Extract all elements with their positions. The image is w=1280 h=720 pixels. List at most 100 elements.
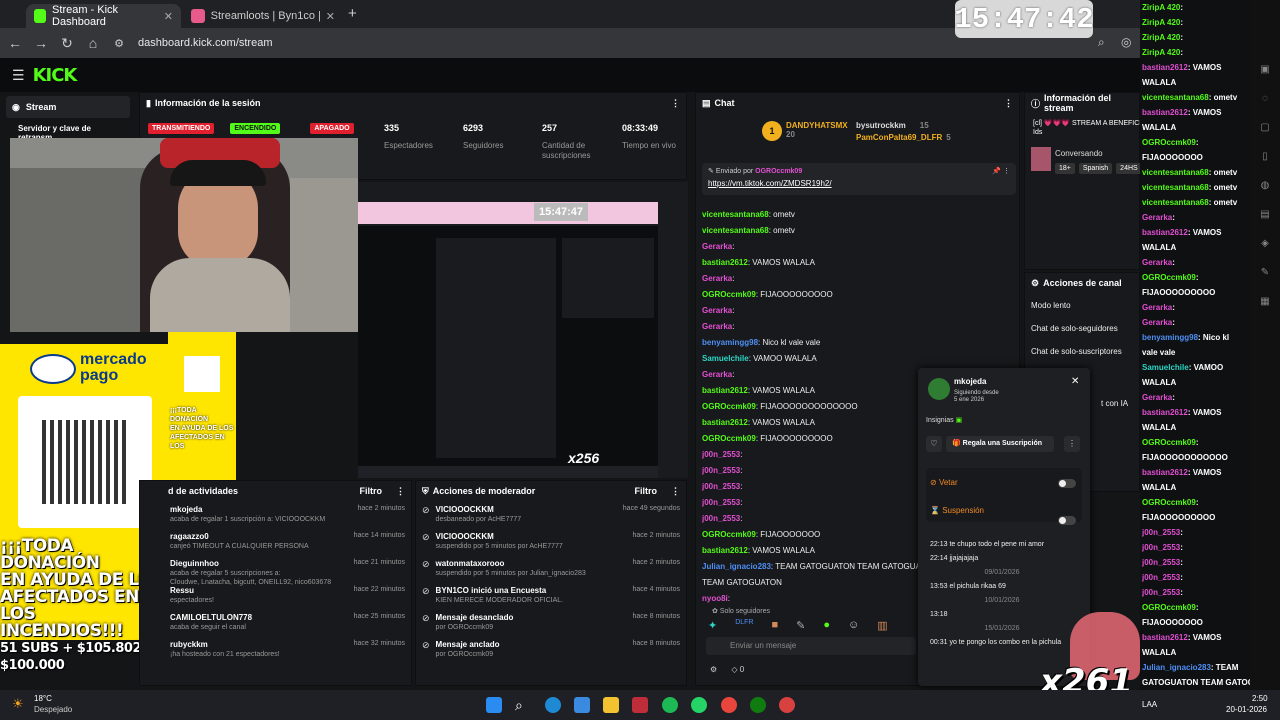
- kick-logo[interactable]: KICK: [33, 65, 78, 86]
- windows-start-icon[interactable]: [486, 697, 502, 713]
- filter-button[interactable]: Filtro: [635, 486, 658, 496]
- timeout-toggle[interactable]: [1058, 516, 1076, 525]
- chat-message[interactable]: Gerarka:: [702, 271, 1016, 287]
- heart-icon[interactable]: ♡: [926, 436, 942, 452]
- broadcast-icon: ◉: [12, 101, 20, 112]
- chart-icon: ▮: [146, 97, 151, 108]
- store-icon[interactable]: [574, 697, 590, 713]
- chat-message[interactable]: Gerarka:: [702, 319, 1016, 335]
- action-icon: ⊘: [422, 559, 430, 569]
- app-icon[interactable]: [632, 697, 648, 713]
- edge-icon[interactable]: [545, 697, 561, 713]
- weather-icon[interactable]: ☀: [12, 696, 24, 712]
- xbox-icon[interactable]: [750, 697, 766, 713]
- activity-row[interactable]: mkojeda acaba de regalar 1 suscripción a:…: [164, 501, 411, 528]
- mod-action-row[interactable]: ⊘ VICIOOOCKKM suspendido por 5 minutos por…: [416, 528, 686, 555]
- close-icon[interactable]: ✕: [1071, 376, 1079, 387]
- chat-message[interactable]: benyamingg98: Nico kl vale vale: [702, 335, 1016, 351]
- activity-row[interactable]: CAMILOELTULON778 acaba de seguir el canal…: [164, 609, 411, 636]
- preview-clock-bar: [358, 202, 658, 224]
- tab-streamloots[interactable]: Streamloots | Byn1co | Apóyame ✕: [183, 4, 343, 28]
- toolbar-icon[interactable]: ✎: [1261, 267, 1269, 278]
- url-field[interactable]: dashboard.kick.com/stream: [138, 37, 273, 49]
- subscribers-only-toggle[interactable]: Chat de solo-suscriptores: [1031, 347, 1133, 370]
- side-chat-message: Gerarka:: [1142, 393, 1175, 402]
- mod-action-row[interactable]: ⊘ BYN1CO inició una Encuesta KIEN MERECE M…: [416, 582, 686, 609]
- more-options-icon[interactable]: ⋮: [396, 486, 405, 497]
- followers-only-toggle[interactable]: Chat de solo-seguidores: [1031, 324, 1133, 347]
- action-icon: ⊘: [422, 586, 430, 596]
- new-tab-icon[interactable]: +: [348, 5, 357, 22]
- close-tab-icon[interactable]: ✕: [326, 10, 335, 23]
- tab-kick-dashboard[interactable]: Stream - Kick Dashboard ✕: [26, 4, 181, 28]
- side-chat-message: ZiripA 420:: [1142, 33, 1184, 42]
- sidebar-item-stream[interactable]: ◉ Stream: [6, 96, 130, 118]
- taskbar-date[interactable]: 20-01-2026: [1226, 705, 1267, 714]
- stream-preview[interactable]: 15:47:47 x256: [358, 182, 688, 478]
- chat-message[interactable]: vicentesantana68: ometv: [702, 207, 1016, 223]
- activity-row[interactable]: Ressu espectadores! hace 22 minutos: [164, 582, 411, 609]
- extension-icon[interactable]: ◎: [1121, 35, 1131, 49]
- file-explorer-icon[interactable]: [603, 697, 619, 713]
- whatsapp-icon[interactable]: [691, 697, 707, 713]
- pinned-link[interactable]: https://vm.tiktok.com/ZMDSR19h2/: [708, 179, 1010, 188]
- taskbar-time[interactable]: 2:50: [1252, 694, 1268, 703]
- menu-icon[interactable]: ☰: [12, 67, 25, 84]
- activity-row[interactable]: ragaazzo0 canjeó TIMEOUT A CUALQUIER PERS…: [164, 528, 411, 555]
- category-name[interactable]: Conversando: [1055, 149, 1103, 158]
- unpin-icon[interactable]: 📌 ⋮: [992, 167, 1010, 175]
- chat-message[interactable]: bastian2612: VAMOS WALALA: [702, 255, 1016, 271]
- timeout-toggle-label: ⌛ Suspensión: [930, 506, 984, 515]
- toolbar-icon[interactable]: ▢: [1260, 122, 1269, 133]
- more-options-icon[interactable]: ⋮: [671, 486, 680, 497]
- settings-icon[interactable]: ⚙: [710, 665, 717, 674]
- chat-message[interactable]: Gerarka:: [702, 239, 1016, 255]
- more-options-icon[interactable]: ⋮: [1004, 98, 1013, 109]
- more-icon[interactable]: ⋮: [1064, 436, 1080, 452]
- side-chat-message: FIJAOOOOOOOOO: [1142, 288, 1216, 297]
- mod-action-row[interactable]: ⊘ VICIOOOCKKM desbaneado por AcHE7777 hace …: [416, 501, 686, 528]
- toolbar-icon[interactable]: ▤: [1260, 209, 1269, 220]
- toolbar-icon[interactable]: ▣: [1260, 64, 1269, 75]
- mod-action-row[interactable]: ⊘ watonmataxorooo suspendido por 5 minutos…: [416, 555, 686, 582]
- mod-action-row[interactable]: ⊘ Mensaje anclado por OGROccmk09 hace 8 min…: [416, 636, 686, 663]
- toolbar-icon[interactable]: ◈: [1261, 238, 1269, 249]
- ban-toggle[interactable]: [1058, 479, 1076, 488]
- forward-icon[interactable]: →: [28, 35, 54, 51]
- spotify-icon[interactable]: [662, 697, 678, 713]
- chat-icon: ▤: [702, 97, 711, 108]
- chat-message[interactable]: OGROccmk09: FIJAOOOOOOOOO: [702, 287, 1016, 303]
- toolbar-icon[interactable]: ▦: [1260, 296, 1269, 307]
- zoom-icon[interactable]: ⌕: [1098, 35, 1105, 50]
- site-info-icon[interactable]: ⚙: [106, 37, 132, 50]
- toolbar-icon[interactable]: ◌: [1262, 93, 1268, 104]
- more-options-icon[interactable]: ⋮: [671, 98, 680, 109]
- mercado-pago-logo-icon: [30, 354, 76, 384]
- toolbar-icon[interactable]: ▯: [1262, 151, 1268, 162]
- gift-subscription-button[interactable]: 🎁 Regala una Suscripción: [946, 436, 1054, 452]
- pinned-message[interactable]: ✎ Enviado por OGROccmk09 📌 ⋮ https://vm.t…: [702, 163, 1016, 195]
- search-icon[interactable]: ⌕: [515, 697, 531, 713]
- chat-message[interactable]: Gerarka:: [702, 303, 1016, 319]
- side-chat-message: j00n_2553:: [1142, 528, 1183, 537]
- back-icon[interactable]: ←: [2, 35, 28, 51]
- history-date: 10/01/2026: [984, 597, 1020, 604]
- reload-icon[interactable]: ↻: [54, 35, 80, 52]
- chat-message[interactable]: vicentesantana68: ometv: [702, 223, 1016, 239]
- chrome-icon[interactable]: [721, 697, 737, 713]
- activity-row[interactable]: Dieguinnhoo acaba de regalar 5 suscripcio…: [164, 555, 411, 586]
- language-indicator[interactable]: LAA: [1142, 700, 1157, 709]
- app-icon[interactable]: [779, 697, 795, 713]
- chat-input[interactable]: Enviar un mensaje: [706, 637, 916, 655]
- side-chat-message: Samuelchile: VAMOO: [1142, 363, 1224, 372]
- close-tab-icon[interactable]: ✕: [164, 10, 173, 23]
- toolbar-icon[interactable]: ◍: [1261, 180, 1270, 191]
- mod-action-row[interactable]: ⊘ Mensaje desanclado por OGROccmk09 hace 8 …: [416, 609, 686, 636]
- stat-viewers: 335 Espectadores: [384, 123, 433, 150]
- filter-button[interactable]: Filtro: [360, 486, 383, 496]
- home-icon[interactable]: ⌂: [80, 35, 106, 51]
- slow-mode-toggle[interactable]: Modo lento: [1031, 301, 1133, 324]
- side-chat-message: FIJAOOOOOOO: [1142, 618, 1203, 627]
- activity-row[interactable]: rubyckkm ¡ha hosteado con 21 espectadores…: [164, 636, 411, 663]
- chat-message[interactable]: Samuelchile: VAMOO WALALA: [702, 351, 1016, 367]
